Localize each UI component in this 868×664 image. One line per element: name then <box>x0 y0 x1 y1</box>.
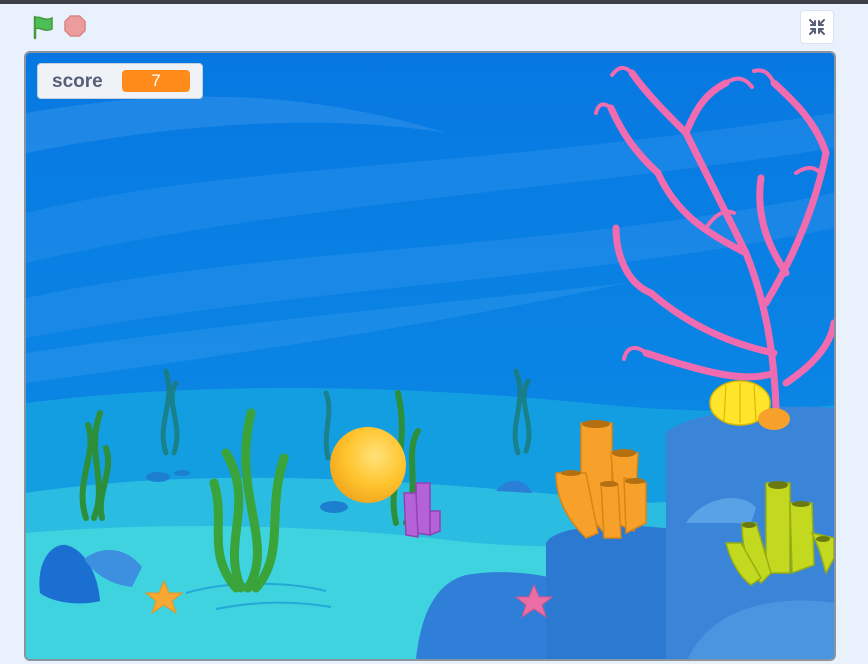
green-flag-icon[interactable] <box>30 14 56 40</box>
stage[interactable]: score 7 <box>24 51 836 661</box>
exit-fullscreen-icon <box>809 19 825 35</box>
stop-icon[interactable] <box>63 14 87 38</box>
score-label: score <box>52 71 103 92</box>
exit-fullscreen-button[interactable] <box>800 10 834 44</box>
ball-sprite[interactable] <box>330 427 406 503</box>
score-monitor[interactable]: score 7 <box>37 63 203 99</box>
score-value: 7 <box>122 70 190 92</box>
underwater-backdrop <box>26 53 834 659</box>
stage-controls-bar <box>0 4 868 48</box>
